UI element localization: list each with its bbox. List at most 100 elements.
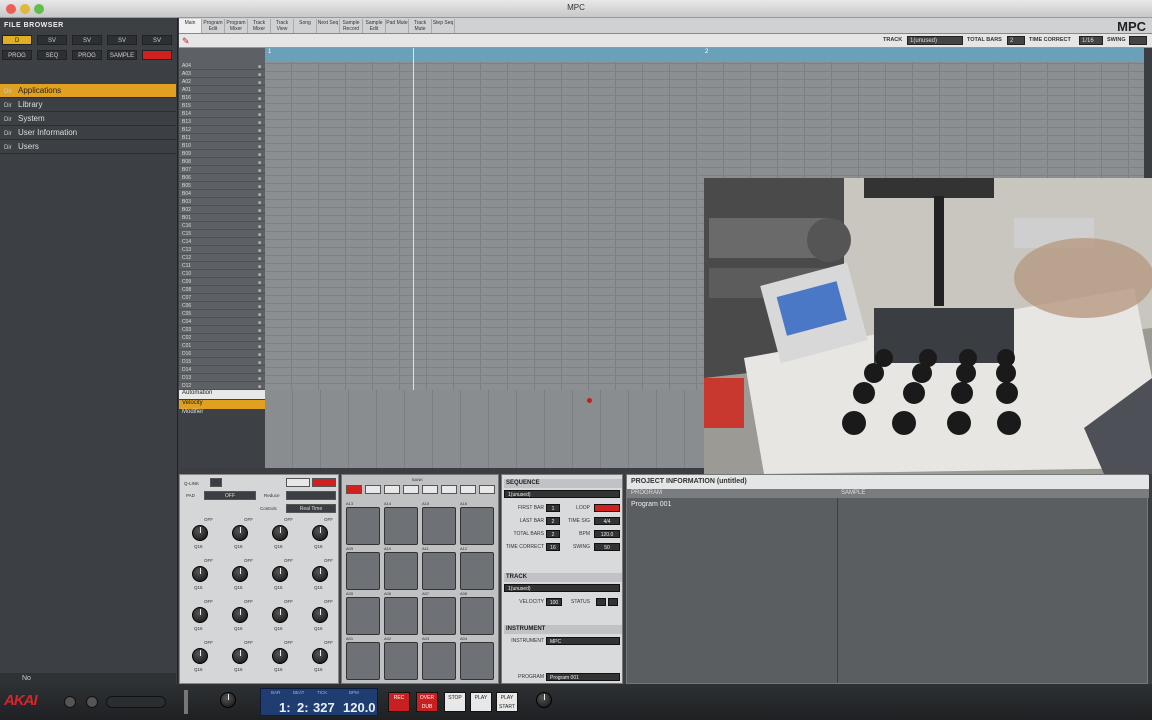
stop-button[interactable]: STOP [444, 692, 466, 712]
pad-row-label[interactable]: B10 ■ [179, 142, 265, 150]
loop-toggle[interactable] [594, 504, 620, 512]
drum-pad[interactable] [384, 507, 418, 545]
play-start-button[interactable]: PLAY START [496, 692, 518, 712]
timeline-ruler[interactable]: 1 2 [265, 48, 1144, 62]
save-button-2[interactable]: SV [72, 35, 102, 45]
total-bars-field[interactable]: 2 [1007, 36, 1025, 45]
track-select[interactable]: 1(unused) [504, 584, 620, 592]
tab-main[interactable]: Main [179, 19, 202, 33]
pad-row-label[interactable]: B16 ■ [179, 94, 265, 102]
knob-state[interactable]: OFF [204, 640, 213, 645]
pad-row-label[interactable]: C05 ■ [179, 310, 265, 318]
volume-slider[interactable] [106, 696, 166, 708]
tab-sample-record[interactable]: Sample Record [340, 19, 363, 33]
filter-seq-button[interactable]: SEQ [37, 50, 67, 60]
pad-row-label[interactable]: B05 ■ [179, 182, 265, 190]
bank-h-button[interactable] [479, 485, 495, 494]
qlink-button-b[interactable] [312, 478, 336, 487]
pencil-icon[interactable]: ✎ [182, 36, 192, 46]
swing-field[interactable] [1129, 36, 1147, 45]
tab-program-mixer[interactable]: Program Mixer [225, 19, 248, 33]
tab-track-mixer[interactable]: Track Mixer [248, 19, 271, 33]
knob-state[interactable]: OFF [324, 558, 333, 563]
bank-d-button[interactable] [403, 485, 419, 494]
pad-row-label[interactable]: C08 ■ [179, 286, 265, 294]
drum-pad[interactable] [460, 507, 494, 545]
knob-state[interactable]: OFF [204, 599, 213, 604]
tab-track-view[interactable]: Track View [271, 19, 294, 33]
knob-state[interactable]: OFF [324, 517, 333, 522]
qlink-knob[interactable] [312, 566, 328, 582]
knob-state[interactable]: OFF [244, 640, 253, 645]
drum-pad[interactable] [346, 597, 380, 635]
pad-row-label[interactable]: C02 ■ [179, 334, 265, 342]
pad-row-label[interactable]: B07 ■ [179, 166, 265, 174]
time-correct-select[interactable]: 1/16 [1079, 36, 1103, 45]
save-button-1[interactable]: SV [37, 35, 67, 45]
drum-pad[interactable] [422, 552, 456, 590]
automation-point[interactable] [587, 398, 592, 403]
bank-f-button[interactable] [441, 485, 457, 494]
knob-state[interactable]: OFF [244, 517, 253, 522]
qlink-knob[interactable] [272, 648, 288, 664]
pad-row-label[interactable]: D12 ■ [179, 382, 265, 390]
back-icon[interactable] [64, 696, 76, 708]
drum-pad[interactable] [384, 552, 418, 590]
pad-row-label[interactable]: C13 ■ [179, 246, 265, 254]
knob-state[interactable]: OFF [204, 517, 213, 522]
filter-prog-button-2[interactable]: PROG [72, 50, 102, 60]
qlink-button-a[interactable] [286, 478, 310, 487]
pad-row-label[interactable]: B13 ■ [179, 118, 265, 126]
pad-row-label[interactable]: C12 ■ [179, 254, 265, 262]
qlink-knob[interactable] [272, 607, 288, 623]
filter-prog-button[interactable]: PROG [2, 50, 32, 60]
qlink-knob[interactable] [232, 648, 248, 664]
pad-row-label[interactable]: B03 ■ [179, 198, 265, 206]
tab-song[interactable]: Song [294, 19, 317, 33]
pad-row-label[interactable]: C16 ■ [179, 222, 265, 230]
pad-row-label[interactable]: C03 ■ [179, 326, 265, 334]
pad-row-label[interactable]: B15 ■ [179, 102, 265, 110]
drum-pad[interactable] [346, 552, 380, 590]
pad-row-label[interactable]: B06 ■ [179, 174, 265, 182]
pad-row-label[interactable]: D13 ■ [179, 374, 265, 382]
master-knob[interactable] [220, 692, 236, 708]
rec-button[interactable]: REC [388, 692, 410, 712]
pad-row-label[interactable]: C11 ■ [179, 262, 265, 270]
knob-state[interactable]: OFF [284, 599, 293, 604]
tab-next-seq[interactable]: Next Seq [317, 19, 340, 33]
pad-row-label[interactable]: C15 ■ [179, 230, 265, 238]
filter-red-button[interactable] [142, 50, 172, 60]
bpm-field[interactable]: 120.0 [594, 530, 620, 538]
file-item-system[interactable]: Dir System [0, 112, 176, 126]
file-item-users[interactable]: Dir Users [0, 140, 176, 154]
tab-track-mute[interactable]: Track Mute [409, 19, 432, 33]
pad-row-label[interactable]: B02 ■ [179, 206, 265, 214]
pad-row-label[interactable]: A02 ■ [179, 78, 265, 86]
play-button[interactable]: PLAY [470, 692, 492, 712]
qlink-knob[interactable] [192, 566, 208, 582]
sequence-select[interactable]: 1(unused) [504, 490, 620, 498]
knob-state[interactable]: OFF [244, 599, 253, 604]
tick-value[interactable]: 327 [313, 700, 335, 715]
qlink-knob[interactable] [312, 607, 328, 623]
knob-state[interactable]: OFF [284, 517, 293, 522]
tab-pad-mute[interactable]: Pad Mute [386, 19, 409, 33]
instrument-select[interactable]: MPC [546, 637, 620, 645]
knob-state[interactable]: OFF [324, 599, 333, 604]
drum-pad[interactable] [422, 507, 456, 545]
automation-velocity[interactable]: Velocity [179, 400, 265, 409]
project-program-row[interactable]: Program 001 [631, 501, 671, 508]
speaker-icon[interactable] [86, 696, 98, 708]
status-button-2[interactable] [608, 598, 618, 606]
playhead[interactable] [413, 48, 414, 390]
overdub-button[interactable]: OVER DUB [416, 692, 438, 712]
file-item-user-information[interactable]: Dir User Information [0, 126, 176, 140]
pad-row-label[interactable]: B01 ■ [179, 214, 265, 222]
pad-row-label[interactable]: D14 ■ [179, 366, 265, 374]
tab-step-seq[interactable]: Step Seq [432, 19, 455, 33]
save-button-3[interactable]: SV [107, 35, 137, 45]
pad-row-label[interactable]: C10 ■ [179, 270, 265, 278]
drum-pad[interactable] [384, 597, 418, 635]
beat-value[interactable]: 2: [297, 700, 309, 715]
